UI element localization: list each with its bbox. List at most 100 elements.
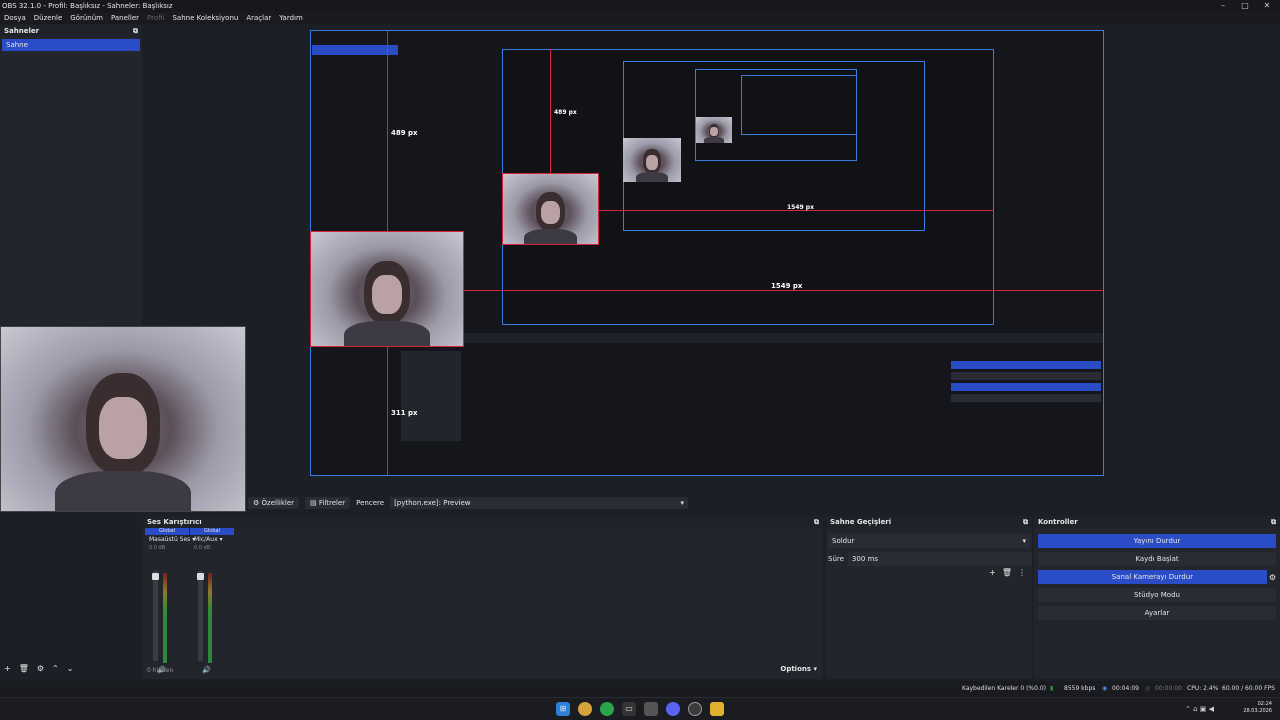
status-bar: Kaybedilen Kareler 0 (%0.0) ▮ 8559 kbps … [0,681,1280,697]
menu-view[interactable]: Görünüm [70,12,103,24]
window-title: OBS 32.1.0 - Profil: Başlıksız - Sahnele… [2,2,173,10]
channel-db: 0.0 dB [194,545,211,551]
undock-icon[interactable]: ⧉ [814,516,819,528]
menu-edit[interactable]: Düzenle [34,12,63,24]
chevron-down-icon[interactable]: ⌄ [67,664,74,673]
scenes-dock: Sahneler ⧉ Sahne [0,25,142,325]
undock-icon[interactable]: ⧉ [1271,516,1276,528]
stream-icon: ◉ [1102,685,1108,692]
trash-icon[interactable]: 🗑 [1002,568,1012,577]
guide-bottom [387,347,388,475]
tray-icons[interactable]: ⌃ ⌂ ▣ ◀ [1185,705,1214,713]
chrome-icon[interactable] [578,702,592,716]
dropped-frames: Kaybedilen Kareler 0 (%0.0) [962,685,1047,692]
duration-label: Süre [828,555,844,563]
folder-icon[interactable] [710,702,724,716]
audio-mixer-dock: Ses Karıştırıcı ⧉ Global Masaüstü Ses ▾ … [143,516,823,679]
properties-button[interactable]: ⚙ Özellikler [248,497,300,509]
nested-controls [951,361,1101,411]
menu-tools[interactable]: Araçlar [246,12,271,24]
channel-global-tag: Global [190,528,234,535]
chevron-down-icon: ▾ [680,499,684,507]
menu-help[interactable]: Yardım [279,12,303,24]
gear-icon[interactable]: ⚙ [1269,573,1276,582]
mixer-title: Ses Karıştırıcı ⧉ [143,516,823,528]
record-time: 00:00:00 [1155,685,1182,692]
nested-scene-item [312,45,398,55]
close-button[interactable]: ✕ [1254,0,1280,12]
filter-icon: ▤ [310,499,319,507]
more-icon[interactable]: ⋮ [1018,568,1026,577]
measure-top-label: 489 px [391,129,418,137]
scene-controls: + 🗑 ⚙ ⌃ ⌄ [4,664,73,673]
undock-icon[interactable]: ⧉ [1023,516,1028,528]
channel-db: 0.0 dB [149,545,166,551]
hidden-count: 0 hidden [147,667,174,674]
guide-right [464,290,1103,291]
volume-fader[interactable] [197,571,204,661]
controls-title: Kontroller ⧉ [1034,516,1280,528]
windows-start-icon[interactable]: ⊞ [556,702,570,716]
nested-webcam-3 [696,117,732,143]
whatsapp-icon[interactable] [600,702,614,716]
channel-name-dropdown[interactable]: Mic/Aux ▾ [190,535,234,545]
nested-webcam-2 [623,138,681,182]
mixer-channel-desktop: Global Masaüstü Ses ▾ 0.0 dB 🔊 [145,528,195,674]
terminal-icon[interactable]: ▭ [622,702,636,716]
duration-input[interactable]: 300 ms [847,552,1032,566]
add-icon[interactable]: + [4,664,11,673]
nested-preview-4 [741,75,857,135]
clock-date: 28.03.2026 [1243,708,1272,714]
menu-file[interactable]: Dosya [4,12,26,24]
menu-profile[interactable]: Profil [147,12,164,24]
options-button[interactable]: Options ▾ [780,665,817,673]
scene-item[interactable]: Sahne [2,39,140,51]
start-recording-button[interactable]: Kaydı Başlat [1038,552,1276,566]
stream-time: 00:04:09 [1112,685,1139,692]
signal-icon: ▮ [1050,685,1054,692]
record-icon: ◎ [1145,685,1151,692]
transition-select[interactable]: Soldur ▾ [828,534,1030,548]
inner-measure-right-label: 1549 px [787,204,814,211]
transitions-dock: Sahne Geçişleri ⧉ Soldur ▾ Süre 300 ms +… [826,516,1032,679]
cpu-usage: CPU: 2.4% [1187,685,1219,692]
obs-icon[interactable] [688,702,702,716]
stop-stream-button[interactable]: Yayını Durdur [1038,534,1276,548]
speaker-icon[interactable]: 🔊 [202,666,211,674]
fader-knob[interactable] [152,573,159,580]
bitrate: 8559 kbps [1064,685,1096,692]
controls-dock: Kontroller ⧉ Yayını Durdur Kaydı Başlat … [1034,516,1280,679]
selected-webcam-source[interactable] [310,231,464,347]
filters-button[interactable]: ▤ Filtreler [305,497,351,509]
studio-mode-button[interactable]: Stüdyo Modu [1038,588,1276,602]
app-icon[interactable] [644,702,658,716]
add-icon[interactable]: + [989,568,996,577]
channel-global-tag: Global [145,528,189,535]
system-clock[interactable]: 02:24 28.03.2026 [1243,701,1272,715]
measure-bottom-label: 311 px [391,409,418,417]
measure-right-label: 1549 px [771,282,803,290]
menu-scene-collection[interactable]: Sahne Koleksiyonu [172,12,238,24]
nested-mixer [401,351,461,441]
taskbar: ⊞ ▭ ⌃ ⌂ ▣ ◀ 02:24 28.03.2026 [0,697,1280,720]
trash-icon[interactable]: 🗑 [19,664,29,673]
gear-icon: ⚙ [253,499,262,507]
clock-time: 02:24 [1257,701,1272,707]
settings-button[interactable]: Ayarlar [1038,606,1276,620]
undock-icon[interactable]: ⧉ [133,25,138,37]
stop-virtual-camera-button[interactable]: Sanal Kamerayı Durdur [1038,570,1267,584]
volume-fader[interactable] [152,571,159,661]
discord-icon[interactable] [666,702,680,716]
gear-icon[interactable]: ⚙ [37,664,44,673]
chevron-down-icon: ▾ [1022,537,1026,545]
menu-bar: Dosya Düzenle Görünüm Paneller Profil Sa… [0,12,1280,24]
chevron-up-icon[interactable]: ⌃ [52,664,59,673]
volume-meter [163,573,167,663]
inner-guide-top [550,49,551,175]
webcam-overlay [0,326,246,512]
fader-knob[interactable] [197,573,204,580]
inner-measure-top-label: 489 px [554,109,577,116]
window-select[interactable]: [python.exe]: Preview ▾ [390,497,688,509]
menu-docks[interactable]: Paneller [111,12,139,24]
channel-name-dropdown[interactable]: Masaüstü Ses ▾ [145,535,195,545]
